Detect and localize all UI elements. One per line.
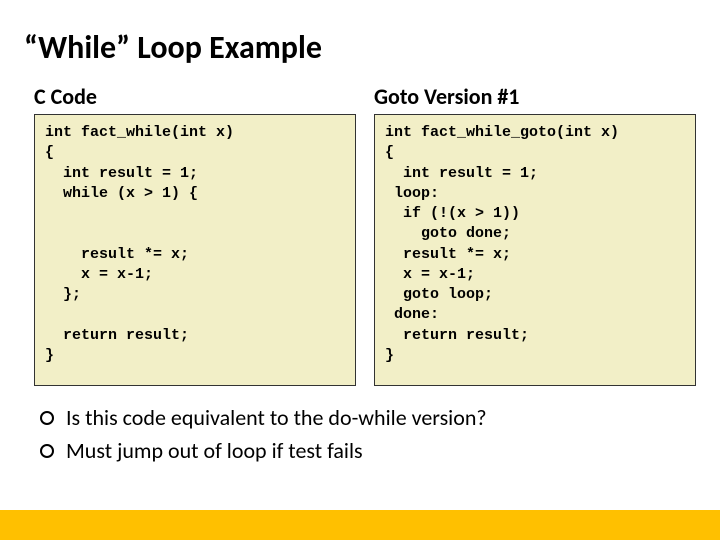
column-left: C Code int fact_while(int x) { int resul… xyxy=(34,83,356,386)
column-right: Goto Version #1 int fact_while_goto(int … xyxy=(374,83,696,386)
left-code-box: int fact_while(int x) { int result = 1; … xyxy=(34,114,356,386)
code-columns: C Code int fact_while(int x) { int resul… xyxy=(0,67,720,386)
circle-bullet-icon xyxy=(40,411,54,425)
right-code-box: int fact_while_goto(int x) { int result … xyxy=(374,114,696,386)
circle-bullet-icon xyxy=(40,444,54,458)
list-item: Must jump out of loop if test fails xyxy=(40,437,696,464)
bottom-accent-bar xyxy=(0,510,720,540)
left-header: C Code xyxy=(34,83,356,110)
right-header: Goto Version #1 xyxy=(374,83,696,110)
list-item: Is this code equivalent to the do-while … xyxy=(40,404,696,431)
bullet-text: Must jump out of loop if test fails xyxy=(66,437,363,464)
bullet-text: Is this code equivalent to the do-while … xyxy=(66,404,487,431)
bullet-list: Is this code equivalent to the do-while … xyxy=(0,386,720,464)
slide-title: “While” Loop Example xyxy=(0,0,720,67)
